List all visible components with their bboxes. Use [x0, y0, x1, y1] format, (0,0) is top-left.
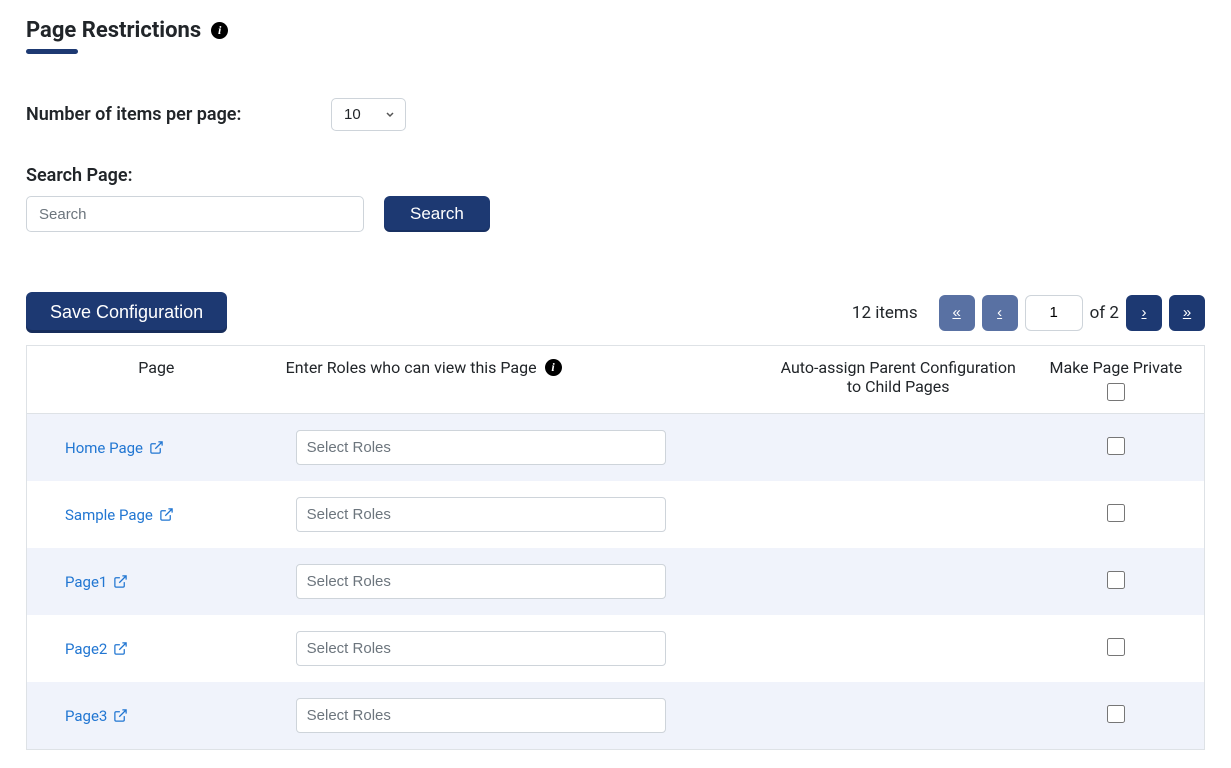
th-page: Page — [27, 346, 286, 414]
th-roles-label: Enter Roles who can view this Page — [286, 358, 537, 377]
page-link[interactable]: Home Page — [37, 439, 164, 457]
external-link-icon — [159, 507, 174, 522]
roles-input[interactable] — [296, 631, 666, 666]
roles-input[interactable] — [296, 497, 666, 532]
th-make-private: Make Page Private — [1028, 346, 1205, 414]
make-private-checkbox[interactable] — [1107, 705, 1125, 723]
search-input[interactable] — [26, 196, 364, 232]
external-link-icon — [113, 574, 128, 589]
page-name: Sample Page — [65, 506, 153, 524]
pager-first-button[interactable]: « — [939, 295, 975, 331]
table-row: Home Page — [27, 414, 1205, 482]
pager-last-button[interactable]: » — [1169, 295, 1205, 331]
page-title: Page Restrictions — [26, 18, 201, 43]
title-underline — [26, 49, 78, 54]
th-auto-assign: Auto-assign Parent Configuration to Chil… — [769, 346, 1028, 414]
make-private-checkbox[interactable] — [1107, 571, 1125, 589]
th-make-private-label: Make Page Private — [1038, 358, 1194, 377]
external-link-icon — [113, 641, 128, 656]
make-private-checkbox[interactable] — [1107, 638, 1125, 656]
table-row: Page1 — [27, 548, 1205, 615]
save-configuration-button[interactable]: Save Configuration — [26, 292, 227, 333]
pager-current-input[interactable] — [1025, 295, 1083, 331]
table-row: Page2 — [27, 615, 1205, 682]
per-page-label: Number of items per page: — [26, 104, 331, 125]
make-private-checkbox[interactable] — [1107, 437, 1125, 455]
th-roles: Enter Roles who can view this Page i — [286, 346, 769, 414]
roles-input[interactable] — [296, 564, 666, 599]
roles-input[interactable] — [296, 698, 666, 733]
page-name: Home Page — [65, 439, 143, 457]
pager-of-text: of 2 — [1090, 303, 1119, 323]
page-link[interactable]: Page3 — [37, 707, 128, 725]
make-private-checkbox[interactable] — [1107, 504, 1125, 522]
page-link[interactable]: Sample Page — [37, 506, 174, 524]
pagination: 12 items « ‹ of 2 › » — [852, 295, 1205, 331]
roles-input[interactable] — [296, 430, 666, 465]
make-private-all-checkbox[interactable] — [1107, 383, 1125, 401]
table-row: Page3 — [27, 682, 1205, 750]
items-count: 12 items — [852, 303, 918, 323]
restrictions-table: Page Enter Roles who can view this Page … — [26, 345, 1205, 750]
page-name: Page3 — [65, 707, 107, 725]
per-page-select[interactable]: 10 — [331, 98, 406, 131]
info-icon[interactable]: i — [545, 359, 562, 376]
page-link[interactable]: Page2 — [37, 640, 128, 658]
search-label: Search Page: — [26, 165, 1205, 186]
page-link[interactable]: Page1 — [37, 573, 128, 591]
page-name: Page2 — [65, 640, 107, 658]
pager-prev-button[interactable]: ‹ — [982, 295, 1018, 331]
external-link-icon — [113, 708, 128, 723]
search-button[interactable]: Search — [384, 196, 490, 232]
page-name: Page1 — [65, 573, 107, 591]
table-row: Sample Page — [27, 481, 1205, 548]
info-icon[interactable]: i — [211, 22, 228, 39]
pager-next-button[interactable]: › — [1126, 295, 1162, 331]
external-link-icon — [149, 440, 164, 455]
